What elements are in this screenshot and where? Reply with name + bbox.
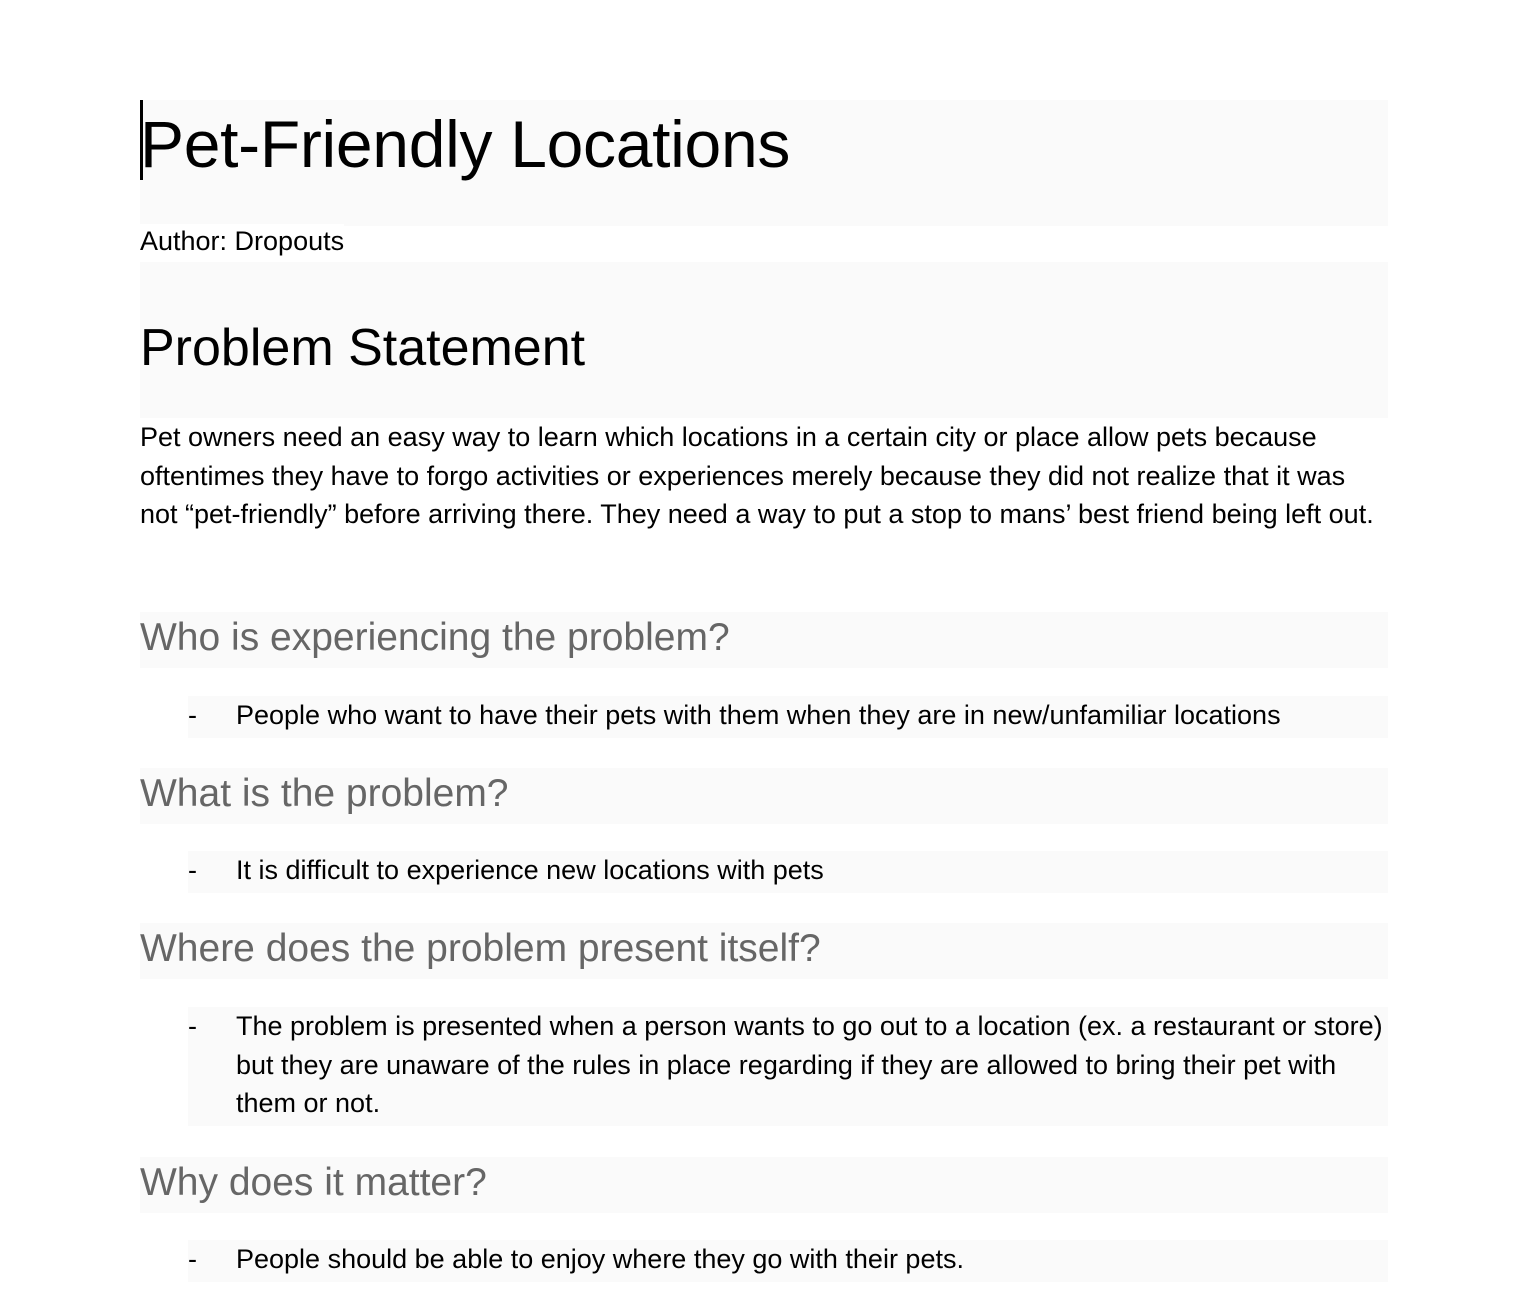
bullet-dash: - (188, 855, 197, 885)
author-line[interactable]: Author: Dropouts (140, 224, 345, 258)
section-what-bullet-text[interactable]: It is difficult to experience new locati… (236, 851, 1388, 890)
bullet-dash: - (188, 700, 197, 730)
section-what-heading-block[interactable]: What is the problem? (140, 768, 1388, 824)
section-why-bullet-text[interactable]: People should be able to enjoy where the… (236, 1240, 1388, 1279)
section-what-bullet[interactable]: - It is difficult to experience new loca… (188, 851, 1388, 893)
bullet-dash: - (188, 1244, 197, 1274)
section-why-heading-block[interactable]: Why does it matter? (140, 1157, 1388, 1213)
bullet-dash: - (188, 1011, 197, 1041)
text-cursor (140, 100, 143, 180)
section-who-bullet-text[interactable]: People who want to have their pets with … (236, 696, 1388, 735)
section-who-bullet[interactable]: - People who want to have their pets wit… (188, 696, 1388, 738)
section-where-heading[interactable]: Where does the problem present itself? (140, 925, 821, 973)
problem-statement-paragraph[interactable]: Pet owners need an easy way to learn whi… (140, 418, 1390, 534)
section-where-bullet-text[interactable]: The problem is presented when a person w… (236, 1007, 1388, 1123)
section-where-bullet[interactable]: - The problem is presented when a person… (188, 1007, 1388, 1126)
section-where-heading-block[interactable]: Where does the problem present itself? (140, 923, 1388, 979)
section-who-heading-block[interactable]: Who is experiencing the problem? (140, 612, 1388, 668)
document-title[interactable]: Pet-Friendly Locations (140, 104, 790, 184)
section-why-bullet[interactable]: - People should be able to enjoy where t… (188, 1240, 1388, 1282)
title-block[interactable]: Pet-Friendly Locations (140, 100, 1388, 226)
problem-statement-heading[interactable]: Problem Statement (140, 316, 585, 380)
section-what-heading[interactable]: What is the problem? (140, 770, 509, 818)
problem-heading-block[interactable]: Problem Statement (140, 262, 1388, 420)
section-who-heading[interactable]: Who is experiencing the problem? (140, 614, 730, 662)
section-why-heading[interactable]: Why does it matter? (140, 1159, 487, 1207)
